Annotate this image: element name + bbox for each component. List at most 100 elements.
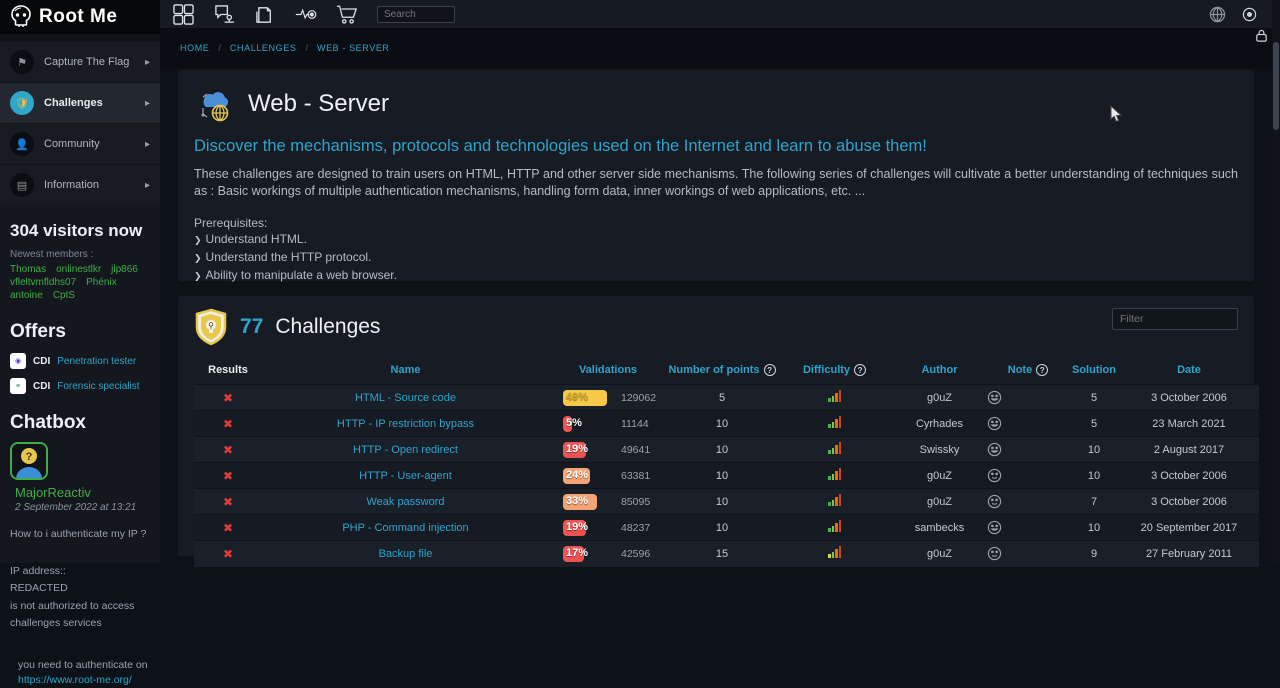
validation-count: 42596 [621, 548, 650, 560]
offer-forensic-specialist[interactable]: ≡ CDI Forensic specialist [10, 378, 150, 394]
sidebar-item-challenges[interactable]: 🛡 Challenges ▸ [0, 83, 160, 123]
member-link[interactable]: vfleltvmfldhs07 [10, 277, 76, 288]
breadcrumb: HOME / CHALLENGES / WEB - SERVER [160, 28, 1272, 68]
offer-link[interactable]: Penetration tester [57, 356, 136, 367]
sidebar-item-capture-the-flag[interactable]: ⚑ Capture The Flag ▸ [0, 42, 160, 82]
table-row: ✖ PHP - Command injection 19%48237 10 sa… [194, 515, 1259, 541]
validation-count: 48237 [621, 522, 650, 534]
sidebar-item-information[interactable]: ▤ Information ▸ [0, 165, 160, 205]
topbar [160, 0, 1272, 28]
solution-count[interactable]: 5 [1069, 385, 1119, 411]
member-link[interactable]: Phénix [86, 277, 117, 288]
member-link[interactable]: onlinestlkr [56, 264, 101, 275]
challenge-link[interactable]: Weak password [366, 496, 444, 508]
challenge-date: 20 September 2017 [1119, 515, 1259, 541]
offer-link[interactable]: Forensic specialist [57, 381, 139, 392]
author-link[interactable]: g0uZ [892, 463, 987, 489]
forum-icon[interactable] [213, 3, 235, 25]
col-results[interactable]: Results [194, 358, 262, 385]
faq-icon[interactable] [172, 3, 194, 25]
author-link[interactable]: g0uZ [892, 489, 987, 515]
member-link[interactable]: Thomas [10, 264, 46, 275]
author-link[interactable]: sambecks [892, 515, 987, 541]
col-name[interactable]: Name [262, 358, 549, 385]
search-input[interactable] [377, 6, 455, 23]
company-logo-icon: ◉ [10, 353, 26, 369]
challenges-table: Results Name Validations Number of point… [194, 358, 1259, 567]
validation-badge: 17% [563, 546, 607, 562]
author-link[interactable]: Cyrhades [892, 411, 987, 437]
breadcrumb-current[interactable]: WEB - SERVER [317, 43, 390, 53]
col-difficulty[interactable]: Difficulty? [777, 358, 892, 385]
sidebar: Root Me ⚑ Capture The Flag ▸ 🛡 Challenge… [0, 0, 160, 563]
note-smiley-icon [987, 442, 1069, 457]
solution-count[interactable]: 10 [1069, 437, 1119, 463]
lock-icon[interactable] [1250, 24, 1272, 46]
col-points[interactable]: Number of points? [667, 358, 777, 385]
note-smiley-icon [987, 390, 1069, 405]
challenge-link[interactable]: HTTP - IP restriction bypass [337, 418, 474, 430]
author-link[interactable]: Swissky [892, 437, 987, 463]
not-validated-icon: ✖ [223, 495, 233, 509]
intro-panel: Web - Server Discover the mechanisms, pr… [178, 70, 1254, 281]
scrollbar-thumb[interactable] [1273, 42, 1279, 130]
points-value: 10 [667, 411, 777, 437]
skull-icon [10, 5, 32, 29]
shield-icon: 🛡 [10, 91, 34, 115]
vertical-scrollbar[interactable] [1272, 0, 1280, 563]
member-link[interactable]: antoine [10, 290, 43, 301]
cart-icon[interactable] [336, 3, 358, 25]
note-smiley-icon [987, 546, 1069, 561]
challenge-link[interactable]: PHP - Command injection [342, 522, 468, 534]
globe-icon[interactable] [1206, 3, 1228, 25]
col-solution[interactable]: Solution [1069, 358, 1119, 385]
sidebar-item-community[interactable]: 👤 Community ▸ [0, 124, 160, 164]
validation-count: 11144 [621, 418, 649, 430]
solution-count[interactable]: 7 [1069, 489, 1119, 515]
breadcrumb-challenges[interactable]: CHALLENGES [230, 43, 297, 53]
difficulty-icon [828, 390, 841, 402]
difficulty-icon [828, 416, 841, 428]
challenge-link[interactable]: HTTP - User-agent [359, 470, 452, 482]
member-link[interactable]: jlp866 [111, 264, 138, 275]
chat-link[interactable]: https://www.root-me.org/ [18, 674, 132, 686]
challenge-link[interactable]: HTML - Source code [355, 392, 456, 404]
newest-members-label: Newest members : [10, 249, 150, 260]
filter-input[interactable] [1112, 308, 1238, 330]
help-icon[interactable]: ? [1036, 364, 1048, 376]
solution-count[interactable]: 10 [1069, 463, 1119, 489]
challenge-link[interactable]: Backup file [379, 548, 433, 560]
table-row: ✖ Weak password 33%85095 10 g0uZ 7 3 Oct… [194, 489, 1259, 515]
col-note[interactable]: Note? [987, 358, 1069, 385]
challenge-date: 3 October 2006 [1119, 385, 1259, 411]
difficulty-icon [828, 442, 841, 454]
offer-penetration-tester[interactable]: ◉ CDI Penetration tester [10, 353, 150, 369]
solution-count[interactable]: 10 [1069, 515, 1119, 541]
help-icon[interactable]: ? [854, 364, 866, 376]
target-icon[interactable] [1238, 3, 1260, 25]
company-logo-icon: ≡ [10, 378, 26, 394]
challenge-link[interactable]: HTTP - Open redirect [353, 444, 458, 456]
ctf-pulse-icon[interactable] [295, 3, 317, 25]
category-description: These challenges are designed to train u… [194, 166, 1238, 200]
not-validated-icon: ✖ [223, 469, 233, 483]
chat-username[interactable]: MajorReactiv [15, 485, 150, 500]
challenge-date: 23 March 2021 [1119, 411, 1259, 437]
col-date[interactable]: Date [1119, 358, 1259, 385]
points-value: 10 [667, 437, 777, 463]
author-link[interactable]: g0uZ [892, 385, 987, 411]
logo[interactable]: Root Me [0, 0, 160, 34]
sidebar-menu: ⚑ Capture The Flag ▸ 🛡 Challenges ▸ 👤 Co… [0, 34, 160, 205]
not-validated-icon: ✖ [223, 391, 233, 405]
docs-icon[interactable] [254, 3, 276, 25]
avatar[interactable]: ? [10, 442, 48, 480]
points-value: 10 [667, 489, 777, 515]
col-validations[interactable]: Validations [549, 358, 667, 385]
member-link[interactable]: CptS [53, 290, 75, 301]
solution-count[interactable]: 5 [1069, 411, 1119, 437]
points-value: 10 [667, 515, 777, 541]
help-icon[interactable]: ? [764, 364, 776, 376]
main-content: Web - Server Discover the mechanisms, pr… [160, 68, 1272, 563]
breadcrumb-home[interactable]: HOME [180, 43, 209, 53]
col-author[interactable]: Author [892, 358, 987, 385]
